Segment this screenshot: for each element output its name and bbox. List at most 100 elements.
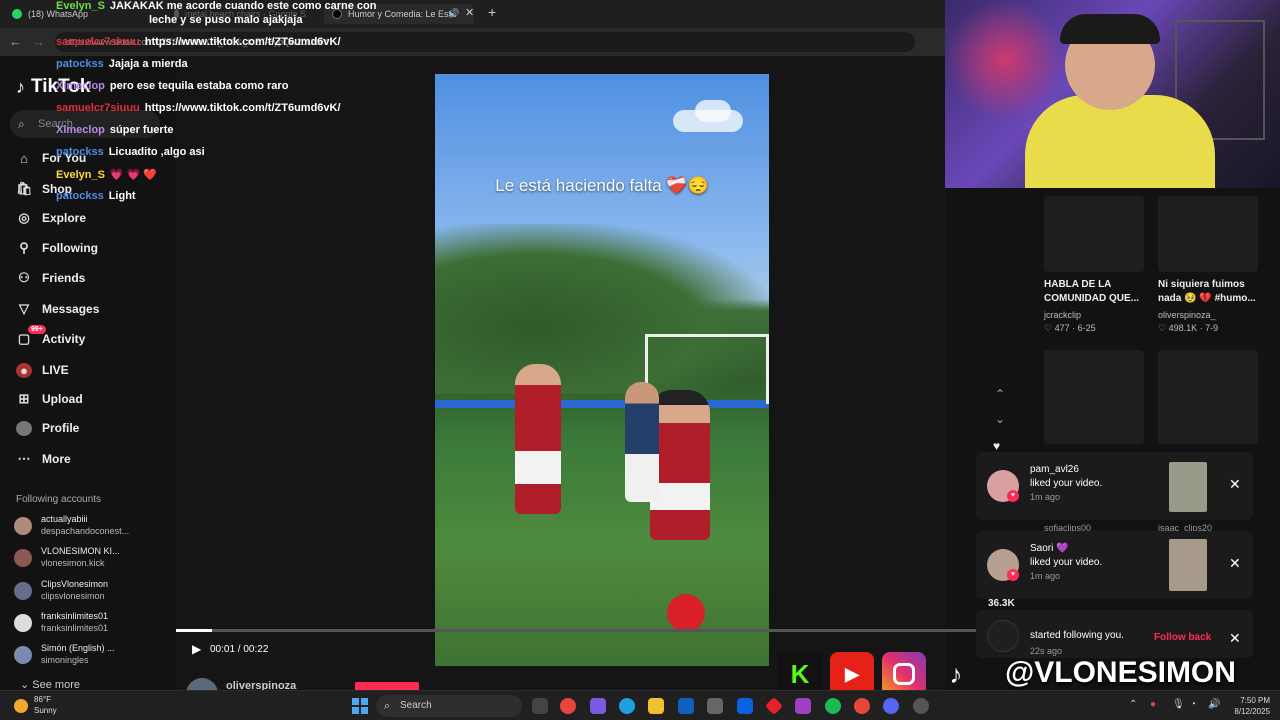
like-heart-icon[interactable]: ♥: [993, 439, 1000, 453]
following-account[interactable]: ClipsVlonesimon clipsvlonesimon: [14, 577, 164, 607]
tiktok-video[interactable]: Le está haciendo falta ❤️‍🩹😔: [435, 74, 769, 666]
app-icon[interactable]: [795, 698, 811, 714]
following-accounts-title: Following accounts: [16, 494, 102, 505]
nav-live[interactable]: ● LIVE: [16, 358, 166, 382]
clock-time: 7:50 PM: [1240, 696, 1270, 705]
following-account[interactable]: Simón (English) ... simoningles: [14, 641, 164, 671]
taskbar-search[interactable]: ⌕ Search: [376, 695, 522, 717]
following-account[interactable]: actuallyabiii despachandoconest...: [14, 512, 164, 542]
windows-taskbar: 86°F Sunny ⌕ Search ⌃ ● 🎙 ◔ 🔊 7:50 PM 8/12/…: [0, 690, 1280, 720]
recommended-stats: ♡ 477 · 6-25: [1044, 323, 1096, 333]
chevron-down-icon[interactable]: ⌄: [995, 412, 1005, 426]
notification-video-thumb[interactable]: [1169, 539, 1207, 591]
taskbar-clock[interactable]: 7:50 PM 8/12/2025: [1224, 695, 1270, 717]
account-name: VLONESIMON KI...: [41, 546, 120, 556]
video-progress-bar[interactable]: [176, 629, 976, 632]
activity-badge: 99+: [28, 325, 46, 334]
follow-button[interactable]: [355, 682, 419, 690]
windows-start-icon[interactable]: [352, 698, 368, 714]
recommended-author[interactable]: jcrackclip: [1044, 310, 1081, 320]
recommended-title[interactable]: Ni siquiera fuimos nada 🥹 💔 #humo...: [1158, 278, 1256, 306]
close-icon[interactable]: ✕: [1229, 476, 1241, 493]
nav-activity[interactable]: ▢ 99+ Activity: [16, 325, 166, 351]
tab-close-icon[interactable]: ✕: [465, 6, 474, 19]
recommended-thumbnail[interactable]: [1158, 350, 1258, 444]
spotify-icon[interactable]: [825, 698, 841, 714]
nav-label: More: [42, 452, 71, 466]
friends-icon: ⚇: [18, 270, 30, 285]
task-view-icon[interactable]: [532, 698, 548, 714]
notification-avatar: [987, 620, 1019, 652]
streamer-figure: [1005, 0, 1215, 188]
search-icon: ⌕: [384, 700, 391, 712]
notification-time: 1m ago: [1030, 571, 1061, 581]
chat-text: https://www.tiktok.com/t/ZT6umd6vK/: [144, 102, 341, 114]
edge-icon[interactable]: [619, 698, 635, 714]
nav-profile[interactable]: Profile: [16, 416, 166, 440]
volume-icon[interactable]: 🔊: [1208, 699, 1220, 710]
nav-upload[interactable]: ⊞ Upload: [16, 387, 166, 411]
cloud-shape: [695, 100, 731, 122]
player-figure: [625, 382, 659, 502]
nav-label: Friends: [42, 271, 86, 285]
tray-app-icon[interactable]: ●: [1150, 699, 1156, 710]
forward-icon[interactable]: →: [32, 34, 45, 49]
recommended-author[interactable]: oliverspinoza_: [1158, 310, 1216, 320]
taskbar-search-label: Search: [400, 700, 432, 711]
avatar: [14, 646, 32, 664]
following-account[interactable]: VLONESIMON KI... vlonesimon.kick: [14, 544, 164, 574]
notification-toast[interactable]: ♥ pam_avl26 liked your video. 1m ago ✕: [976, 452, 1253, 520]
notification-time: 1m ago: [1030, 492, 1061, 502]
close-icon[interactable]: ✕: [1229, 555, 1241, 572]
account-handle: despachandoconest...: [41, 526, 130, 536]
tab-audio-icon[interactable]: 🔊: [448, 8, 459, 19]
live-icon: ●: [16, 362, 32, 378]
chat-message: Ximeclop pero ese tequila estaba como rar…: [56, 80, 288, 92]
sun-icon: [14, 699, 28, 713]
outlook-icon[interactable]: [678, 698, 694, 714]
recommended-title[interactable]: HABLA DE LA COMUNIDAD QUE...: [1044, 278, 1139, 306]
close-icon[interactable]: ✕: [1229, 630, 1241, 647]
notification-toast[interactable]: ♥ Saori 💜 liked your video. 1m ago ✕: [976, 531, 1253, 599]
new-tab-button[interactable]: +: [488, 4, 496, 20]
title-line: COMUNIDAD QUE...: [1044, 293, 1139, 304]
tiktok-note-icon: ♪: [16, 76, 25, 97]
back-icon[interactable]: ←: [9, 34, 22, 49]
chevron-up-icon[interactable]: ⌃: [995, 387, 1005, 401]
microphone-icon[interactable]: 🎙: [1172, 699, 1185, 710]
notification-video-thumb[interactable]: [1169, 462, 1207, 512]
recommended-thumbnail[interactable]: [1044, 350, 1144, 444]
app-icon[interactable]: [764, 696, 784, 716]
network-icon[interactable]: ◔: [1190, 699, 1196, 710]
account-name: ClipsVlonesimon: [41, 579, 109, 589]
tray-chevron-icon[interactable]: ⌃: [1129, 699, 1137, 710]
play-icon[interactable]: ▶: [192, 642, 201, 656]
notification-message: liked your video.: [1030, 557, 1103, 568]
shop-icon: 🛍: [16, 181, 33, 196]
dropbox-icon[interactable]: [737, 698, 753, 714]
follow-back-button[interactable]: Follow back: [1154, 632, 1211, 643]
nav-friends[interactable]: ⚇ Friends: [16, 266, 166, 290]
recommended-thumbnail[interactable]: [1044, 196, 1144, 272]
weather-widget[interactable]: 86°F Sunny: [34, 694, 57, 716]
chrome-icon[interactable]: [560, 698, 576, 714]
chrome-icon[interactable]: [854, 698, 870, 714]
discord-icon[interactable]: [883, 698, 899, 714]
chat-text: Jajaja a mierda: [108, 58, 188, 70]
nav-following[interactable]: ⚲ Following: [16, 236, 166, 260]
recommended-thumbnail[interactable]: [1158, 196, 1258, 272]
video-caption: Le está haciendo falta ❤️‍🩹😔: [495, 176, 709, 195]
obs-icon[interactable]: [913, 698, 929, 714]
chat-text: Licuadito ,algo asi: [108, 146, 205, 158]
whatsapp-icon: [12, 9, 22, 19]
following-account[interactable]: franksinlimites01 franksinlimites01: [14, 609, 164, 639]
file-explorer-icon[interactable]: [648, 698, 664, 714]
nav-more[interactable]: ⋯ More: [16, 447, 166, 471]
nav-messages[interactable]: ▽ Messages: [16, 297, 166, 321]
notification-toast[interactable]: started following you. 22s ago Follow ba…: [976, 610, 1253, 658]
account-name: franksinlimites01: [41, 611, 109, 621]
app-icon[interactable]: [590, 698, 606, 714]
chat-message: samuelcr7siuuu https://www.tiktok.com/t/Z…: [56, 102, 341, 114]
search-icon: ⌕: [18, 117, 25, 131]
store-icon[interactable]: [707, 698, 723, 714]
